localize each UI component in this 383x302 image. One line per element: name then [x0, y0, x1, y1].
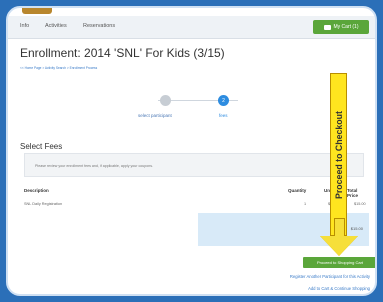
- header-description: Description: [24, 188, 49, 193]
- header-total-price: Total Price: [347, 188, 359, 198]
- top-navigation: Info Activities Reservations My Cart (1): [8, 16, 375, 39]
- row-total: $15.00: [354, 202, 366, 206]
- add-continue-link[interactable]: Add to Cart & Continue Shopping: [308, 286, 370, 291]
- step-complete-icon: [160, 95, 171, 106]
- breadcrumb[interactable]: << Home Page > Activity Search > Enrollm…: [20, 66, 97, 70]
- table-row: SNL Daily Registration 1 $15.00 $15.00: [24, 202, 369, 210]
- callout-text: Proceed to Checkout: [333, 110, 344, 199]
- nav-item-info[interactable]: Info: [20, 23, 29, 29]
- proceed-to-shopping-cart-button[interactable]: Proceed to Shopping Cart: [303, 257, 375, 268]
- section-title: Select Fees: [20, 142, 63, 151]
- down-arrow-icon: [320, 236, 358, 256]
- row-description: SNL Daily Registration: [24, 202, 63, 206]
- step-current-icon: 2: [218, 95, 229, 106]
- proceed-to-checkout-callout: Proceed to Checkout: [330, 73, 347, 236]
- register-another-link[interactable]: Register Another Participant for this Ac…: [290, 274, 370, 279]
- header-quantity: Quantity: [288, 188, 307, 193]
- nav-item-activities[interactable]: Activities: [45, 23, 67, 29]
- my-cart-label: My Cart (1): [333, 24, 359, 30]
- my-cart-button[interactable]: My Cart (1): [313, 20, 369, 34]
- logo: [22, 8, 52, 14]
- page-title: Enrollment: 2014 'SNL' For Kids (3/15): [20, 46, 225, 60]
- arrow-body: [334, 218, 345, 238]
- nav-item-reservations[interactable]: Reservations: [83, 23, 115, 29]
- progress-steps: 2 select participant fees: [8, 93, 375, 133]
- fees-table-header: Description Quantity Unit Fee Total Pric…: [24, 188, 369, 198]
- total-amount: $15.00: [350, 226, 363, 231]
- cart-icon: [323, 24, 331, 30]
- step-label-fees: fees: [219, 113, 228, 118]
- fees-notice: Please review your enrollment fees and, …: [24, 153, 364, 177]
- row-quantity: 1: [304, 202, 307, 206]
- step-label-select-participant[interactable]: select participant: [138, 113, 172, 118]
